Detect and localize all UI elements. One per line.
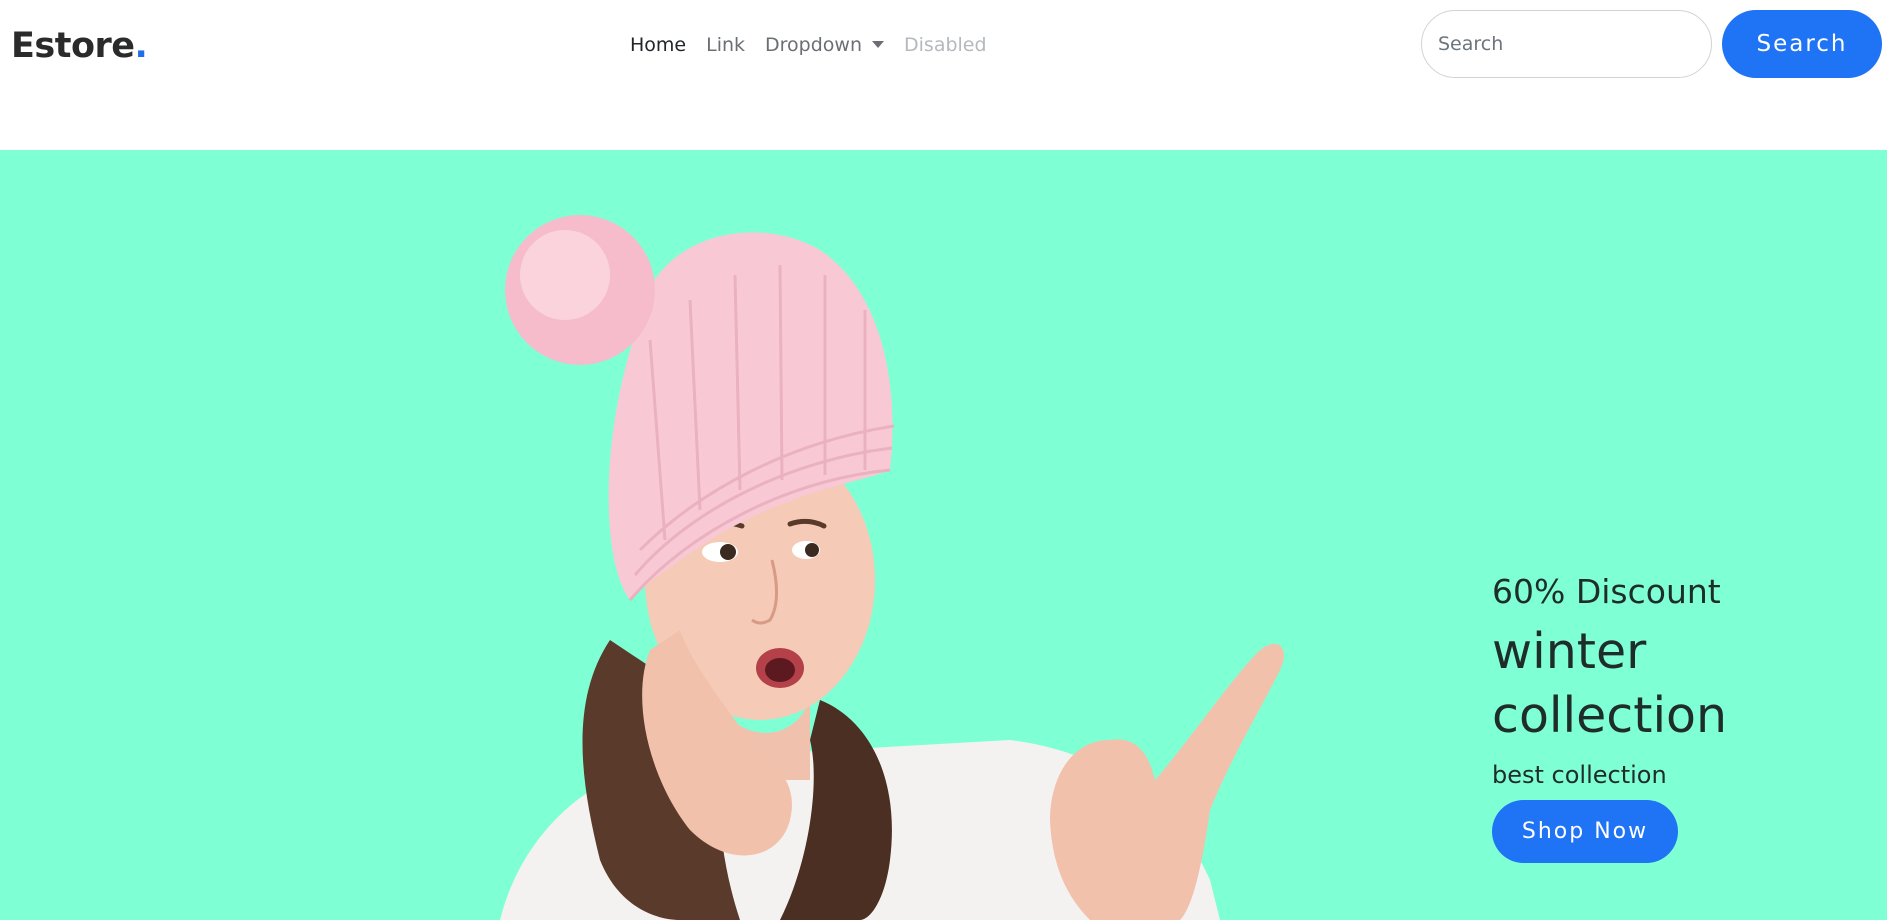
brand-dot: . — [134, 26, 148, 66]
nav-item-link[interactable]: Link — [696, 34, 755, 56]
search-button[interactable]: Search — [1722, 10, 1882, 78]
hero-banner: 60% Discount winter collection best coll… — [0, 150, 1887, 920]
search-input[interactable] — [1421, 10, 1712, 78]
hero-text: 60% Discount winter collection best coll… — [1492, 570, 1887, 863]
navbar: Estore. Home Link Dropdown Disabled Sear… — [0, 0, 1887, 150]
shop-now-button[interactable]: Shop Now — [1492, 800, 1678, 863]
pompom-highlight — [520, 230, 610, 320]
hero-model-image — [500, 215, 1284, 920]
nav-item-dropdown[interactable]: Dropdown — [755, 34, 894, 56]
nav-links: Home Link Dropdown Disabled — [620, 30, 997, 60]
iris-left — [720, 544, 736, 560]
hero-subtitle: best collection — [1492, 761, 1667, 789]
brand-name: Estore — [11, 26, 135, 66]
hero-title: winter collection — [1492, 623, 1728, 744]
iris-right — [805, 543, 819, 557]
brand-logo[interactable]: Estore. — [11, 24, 148, 68]
nav-item-disabled: Disabled — [904, 34, 987, 56]
nav-item-dropdown-label: Dropdown — [765, 34, 863, 56]
hand-right-shape — [1050, 643, 1284, 920]
mouth-inner — [765, 658, 795, 682]
caret-down-icon — [872, 41, 885, 48]
hero-discount: 60% Discount — [1492, 572, 1721, 611]
nav-item-home[interactable]: Home — [620, 34, 696, 56]
